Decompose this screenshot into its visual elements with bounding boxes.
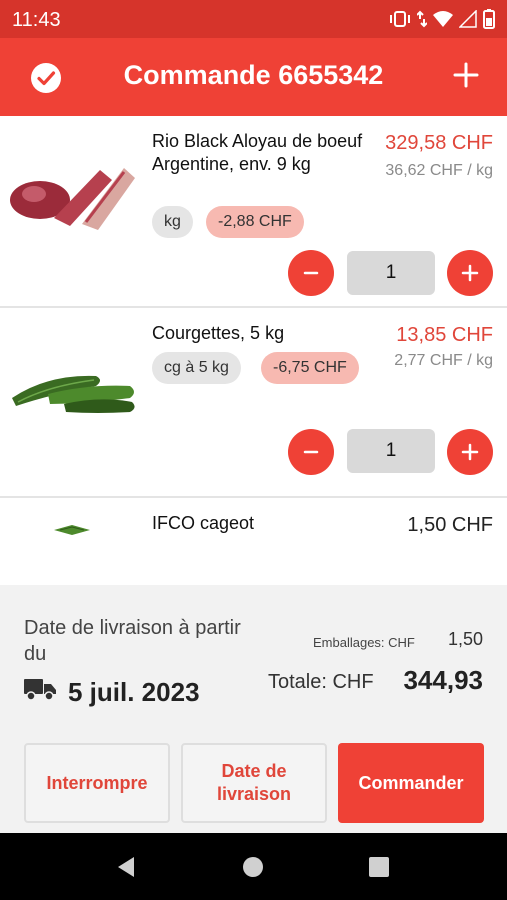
delivery-date-label: Date de livraison à partir du bbox=[24, 617, 241, 665]
data-transfer-icon bbox=[417, 10, 427, 28]
app-bar: Commande 6655342 bbox=[0, 38, 507, 116]
packaging-value: 1,50 bbox=[447, 629, 483, 649]
truck-icon bbox=[24, 679, 56, 701]
packaging-label: Emballages: CHF bbox=[313, 635, 415, 650]
plus-icon bbox=[461, 264, 479, 282]
item-unit-price: 36,62 CHF / kg bbox=[385, 162, 493, 179]
item-unit-price: 2,77 CHF / kg bbox=[394, 352, 493, 369]
delivery-date-button[interactable]: Date de livraison bbox=[181, 743, 327, 823]
list-item: Courgettes, 5 kg 13,85 CHF 2,77 CHF / kg… bbox=[0, 308, 507, 498]
list-item: IFCO cageot 1,50 CHF bbox=[0, 498, 507, 585]
item-price: 329,58 CHF bbox=[385, 132, 493, 154]
navigation-bar bbox=[0, 833, 507, 900]
item-name: Courgettes, 5 kg bbox=[152, 323, 285, 343]
item-price: 13,85 CHF bbox=[396, 324, 493, 346]
unit-chip: kg bbox=[152, 206, 193, 238]
interrupt-button[interactable]: Interrompre bbox=[24, 743, 170, 823]
item-name: IFCO cageot bbox=[152, 513, 255, 533]
add-icon[interactable] bbox=[451, 60, 481, 90]
item-price: 1,50 CHF bbox=[407, 514, 493, 536]
status-time: 11:43 bbox=[12, 9, 61, 31]
product-image-crate bbox=[54, 525, 90, 535]
product-image-beef bbox=[10, 168, 135, 230]
increase-quantity-button[interactable] bbox=[447, 250, 493, 296]
plus-icon bbox=[461, 443, 479, 461]
decrease-quantity-button[interactable] bbox=[288, 250, 334, 296]
home-icon[interactable] bbox=[242, 856, 264, 878]
product-image-zucchini bbox=[12, 375, 135, 413]
status-bar: 11:43 bbox=[0, 0, 507, 38]
delivery-date: 5 juil. 2023 bbox=[68, 677, 200, 707]
battery-icon bbox=[483, 9, 495, 29]
quantity-field[interactable]: 1 bbox=[347, 429, 435, 473]
decrease-quantity-button[interactable] bbox=[288, 429, 334, 475]
list-item: Rio Black Aloyau de boeuf Argentine, env… bbox=[0, 116, 507, 308]
order-summary: Date de livraison à partir du 5 juil. 20… bbox=[0, 585, 507, 833]
back-icon[interactable] bbox=[114, 855, 138, 879]
discount-chip: -6,75 CHF bbox=[261, 352, 359, 384]
vibrate-icon bbox=[390, 11, 410, 27]
status-icons bbox=[389, 9, 495, 29]
recents-icon[interactable] bbox=[369, 857, 389, 877]
discount-chip: -2,88 CHF bbox=[206, 206, 304, 238]
signal-icon bbox=[459, 10, 477, 28]
order-button[interactable]: Commander bbox=[338, 743, 484, 823]
minus-icon bbox=[303, 450, 319, 454]
app-screen: 11:43 Commande 6655342 Rio Black Aloyau … bbox=[0, 0, 507, 900]
minus-icon bbox=[303, 271, 319, 275]
item-name: Rio Black Aloyau de boeuf Argentine, env… bbox=[152, 131, 363, 174]
increase-quantity-button[interactable] bbox=[447, 429, 493, 475]
unit-chip: cg à 5 kg bbox=[152, 352, 241, 384]
total-value: 344,93 bbox=[403, 665, 483, 695]
wifi-icon bbox=[433, 11, 453, 27]
page-title: Commande 6655342 bbox=[123, 60, 384, 90]
total-label: Totale: CHF bbox=[268, 671, 374, 693]
quantity-field[interactable]: 1 bbox=[347, 251, 435, 295]
